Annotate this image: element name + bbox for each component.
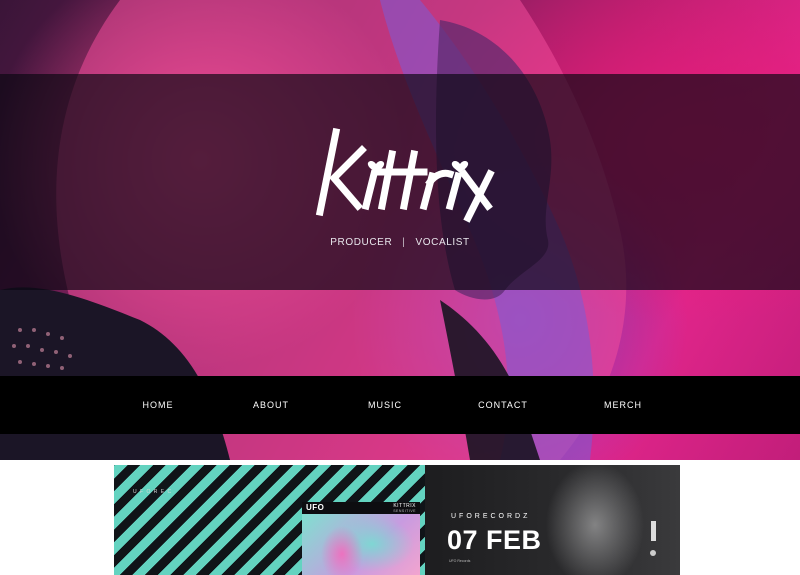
hero-section: PRODUCER | VOCALIST HOME ABOUT MUSIC CONTA… [0, 0, 800, 460]
kittrix-logo[interactable] [300, 120, 500, 224]
album-artwork [302, 514, 420, 575]
album-ufo-label: UFO [306, 503, 325, 512]
barcode-icon [651, 521, 656, 541]
tagline-vocalist: VOCALIST [415, 237, 470, 248]
album-subtitle: SENSITIVE [393, 509, 416, 513]
spotify-icon [650, 550, 656, 556]
banner-small-brand: U F O R E C [133, 489, 173, 495]
release-banner[interactable]: U F O R E C UFO KITTRIX SENSITIVE UFOREC… [114, 465, 680, 575]
nav-merch[interactable]: MERCH [604, 376, 642, 434]
main-navigation: HOME ABOUT MUSIC CONTACT MERCH [0, 376, 800, 434]
record-label-name: UFORECORDZ [451, 513, 531, 520]
nav-contact[interactable]: CONTACT [478, 376, 528, 434]
release-date: 07 FEB [447, 525, 542, 555]
banner-date-panel: UFORECORDZ 07 FEB UFO Records [425, 465, 680, 575]
banner-striped-panel: U F O R E C UFO KITTRIX SENSITIVE [114, 465, 425, 575]
nav-home[interactable]: HOME [143, 376, 174, 434]
tagline-separator: | [402, 237, 406, 248]
banner-fine-print: UFO Records [449, 559, 471, 563]
tagline: PRODUCER | VOCALIST [0, 237, 800, 248]
nav-music[interactable]: MUSIC [368, 376, 402, 434]
tagline-producer: PRODUCER [330, 237, 393, 248]
nav-about[interactable]: ABOUT [253, 376, 289, 434]
album-cover: UFO KITTRIX SENSITIVE [302, 502, 420, 575]
